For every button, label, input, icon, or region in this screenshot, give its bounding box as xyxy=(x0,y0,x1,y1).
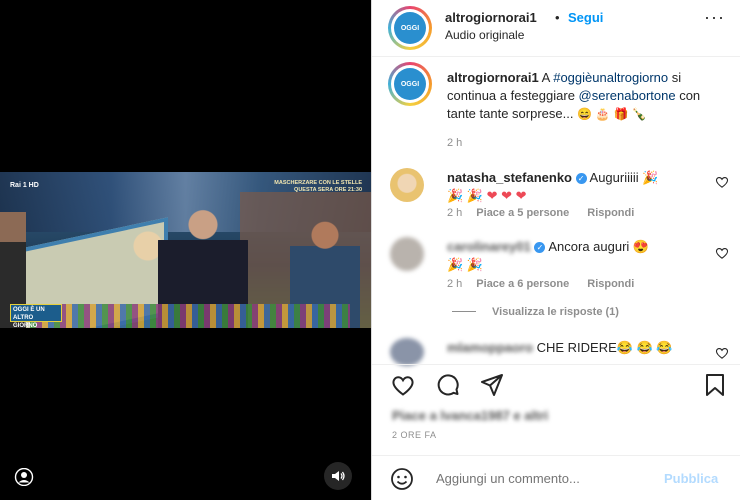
comment-text-line2: 🎉 🎉 xyxy=(447,257,483,272)
comment-username[interactable]: natasha_stefanenko xyxy=(447,170,572,185)
post-media[interactable]: Rai 1 HD MASCHERZARE CON LE STELLE QUEST… xyxy=(0,0,371,500)
comment-text: Auguriiiii 🎉 xyxy=(589,170,659,185)
more-options-icon[interactable]: ··· xyxy=(704,8,725,26)
caption-time: 2 h xyxy=(447,137,463,149)
user-tag-icon[interactable] xyxy=(14,468,34,486)
comment-avatar[interactable] xyxy=(390,338,424,366)
comment-text: CHE RIDERE😂 😂 😂 xyxy=(536,340,673,355)
comment-icon[interactable] xyxy=(435,372,461,398)
comment-like-heart-icon[interactable] xyxy=(715,246,729,260)
video-ticker: MASCHERZARE CON LE STELLE QUESTA SERA OR… xyxy=(274,180,362,193)
comment-like-heart-icon[interactable] xyxy=(715,346,729,360)
comment-likes[interactable]: Piace a 6 persone xyxy=(476,278,569,290)
post-date[interactable]: 2 ORE FA xyxy=(392,430,437,440)
emoji-smile-icon[interactable] xyxy=(390,467,414,491)
comment-time: 2 h xyxy=(447,207,463,219)
post-caption: altrogiornorai1 A #oggièunaltrogiorno si… xyxy=(447,69,727,123)
audio-link[interactable]: Audio originale xyxy=(445,28,524,42)
show-logo: OGGI È UN ALTRO GIORNO xyxy=(10,304,62,328)
audio-toggle-button[interactable] xyxy=(324,462,352,490)
likes-count[interactable]: Piace a lvanca1987 e altri xyxy=(392,408,548,423)
comment-meta: 2 h Piace a 5 persone Rispondi xyxy=(447,207,652,219)
caption-avatar-logo: OGGI xyxy=(394,68,426,100)
heart-icon[interactable] xyxy=(390,372,416,398)
comment-likes[interactable]: Piace a 5 persone xyxy=(476,207,569,219)
comment-item: mlamoppaoro CHE RIDERE😂 😂 😂 xyxy=(447,339,707,357)
avatar[interactable]: OGGI xyxy=(388,6,432,50)
verified-badge-icon: ✓ xyxy=(575,173,587,184)
caption-emojis: 😄 🎂 🎁 🍾 xyxy=(577,107,647,121)
verified-badge-icon: ✓ xyxy=(534,242,546,253)
comment-like-heart-icon[interactable] xyxy=(715,175,729,189)
comment-input[interactable] xyxy=(434,470,638,487)
share-icon[interactable] xyxy=(479,372,505,398)
video-player[interactable]: Rai 1 HD MASCHERZARE CON LE STELLE QUEST… xyxy=(0,172,371,328)
bookmark-icon[interactable] xyxy=(702,372,728,398)
comment-item: natasha_stefanenko ✓ Auguriiiii 🎉 🎉 🎉 ❤ … xyxy=(447,169,707,205)
follow-button[interactable]: Segui xyxy=(568,10,603,25)
avatar-logo: OGGI xyxy=(394,12,426,44)
post-sidebar: OGGI altrogiornorai1 • Segui Audio origi… xyxy=(371,0,740,500)
caption-avatar[interactable]: OGGI xyxy=(388,62,432,106)
caption-username[interactable]: altrogiornorai1 xyxy=(447,70,539,85)
add-comment-bar: Pubblica xyxy=(372,455,740,501)
header-username[interactable]: altrogiornorai1 xyxy=(445,10,537,25)
reply-button[interactable]: Rispondi xyxy=(587,207,634,219)
comment-time: 2 h xyxy=(447,278,463,290)
video-floor xyxy=(30,304,350,328)
caption-text-a: A xyxy=(538,70,554,85)
comment-username[interactable]: mlamoppaoro xyxy=(447,340,533,355)
comment-avatar[interactable] xyxy=(390,237,424,271)
comment-meta: 2 h Piace a 6 persone Rispondi xyxy=(447,278,652,290)
view-replies-button[interactable]: Visualizza le risposte (1) xyxy=(452,306,619,318)
reply-button[interactable]: Rispondi xyxy=(587,278,634,290)
caption-hashtag[interactable]: #oggièunaltrogiorno xyxy=(553,70,668,85)
comment-avatar[interactable] xyxy=(390,168,424,202)
comment-username[interactable]: carolinarey01 xyxy=(447,239,531,254)
comment-text: Ancora auguri 😍 xyxy=(548,239,650,254)
post-actions xyxy=(372,366,740,402)
channel-logo: Rai 1 HD xyxy=(10,182,39,189)
comment-item: carolinarey01 ✓ Ancora auguri 😍 🎉 🎉 xyxy=(447,238,707,274)
header-divider xyxy=(372,56,740,57)
speaker-icon xyxy=(332,471,345,481)
comment-text-line2: 🎉 🎉 ❤ ❤ ❤ xyxy=(447,188,527,203)
post-comment-button[interactable]: Pubblica xyxy=(664,471,718,486)
header-separator: • xyxy=(555,10,560,25)
actions-divider xyxy=(372,364,740,365)
caption-mention[interactable]: @serenabortone xyxy=(579,88,676,103)
